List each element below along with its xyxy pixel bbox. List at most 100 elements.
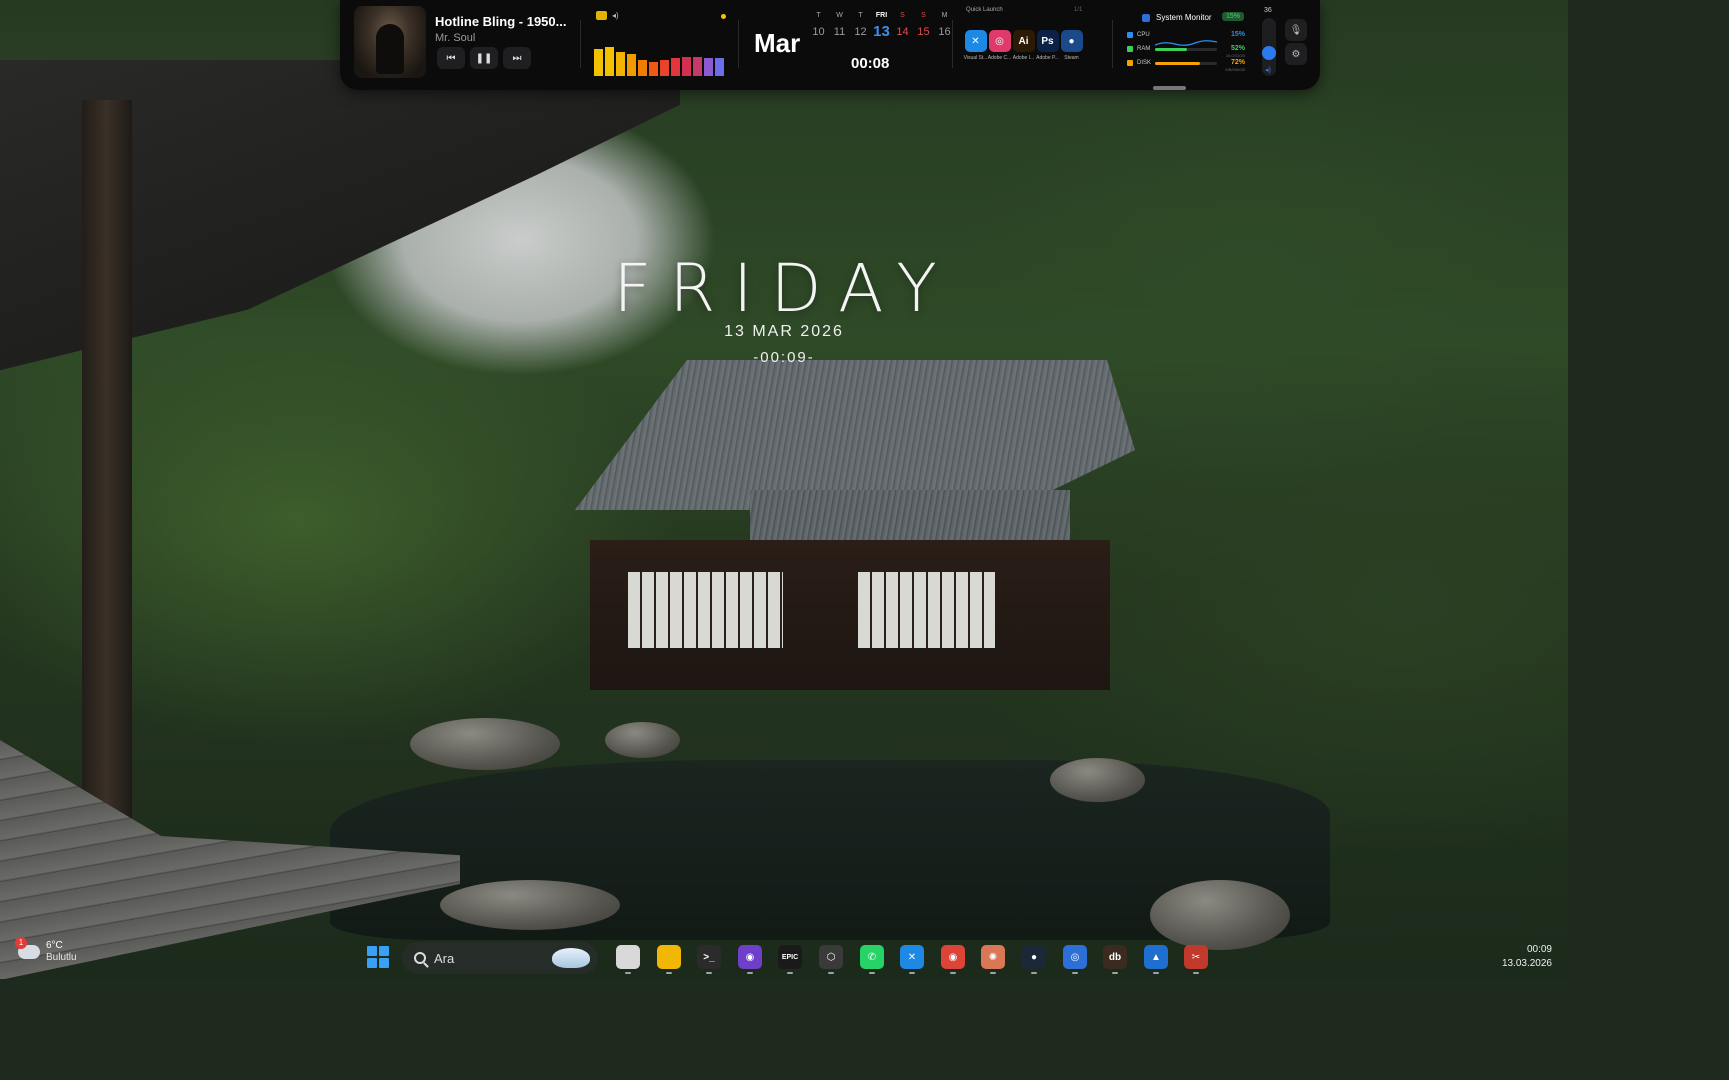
calendar-day-of-week: W [836, 12, 843, 19]
wallpaper-rock [605, 722, 680, 758]
visualizer-bar [605, 47, 614, 76]
equalizer-icon[interactable] [596, 11, 607, 20]
calendar-day[interactable]: FRI 13 [873, 12, 890, 40]
weather-widget[interactable]: 1 6°C Bulutlu [15, 937, 77, 964]
cpu-icon [1127, 32, 1133, 38]
calendar-day[interactable]: S 15 [915, 12, 932, 40]
disk-icon [1127, 60, 1133, 66]
system-clock-date: 13.03.2026 [1501, 958, 1552, 969]
visualizer-bar [616, 52, 625, 76]
calendar-day[interactable]: T 10 [810, 12, 827, 40]
desktop-time: -00:09- [753, 349, 815, 366]
quick-launch-app[interactable]: Ai Adobe I... [1012, 30, 1035, 61]
monitor-subvalue: MB/656GB [1225, 67, 1245, 72]
calendar-day[interactable]: S 14 [894, 12, 911, 40]
calendar-day-of-week: T [858, 12, 863, 19]
calendar-day-of-week: M [941, 12, 948, 19]
file-explorer-icon[interactable] [657, 945, 681, 969]
snipping-tool-icon[interactable]: ✂ [1184, 945, 1208, 969]
quick-launch-app-label: Adobe C... [987, 55, 1012, 61]
running-indicator [990, 972, 996, 974]
running-indicator [747, 972, 753, 974]
wallpaper-rock [1150, 880, 1290, 950]
calendar-week-strip: T 10 W 11 T 12 FRI 13 S 14 S 15 M 16 [810, 12, 953, 40]
pause-icon: ❚❚ [475, 52, 493, 64]
monitor-value: 52% [1230, 45, 1245, 52]
calendar-day[interactable]: M 16 [936, 12, 953, 40]
windows-start-icon[interactable] [367, 946, 389, 968]
unity-icon[interactable]: ⬡ [819, 945, 843, 969]
monitor-graph-cpu [1154, 34, 1218, 46]
calendar-day-of-week: T [816, 12, 821, 19]
gear-icon: ⚙ [1291, 48, 1301, 60]
calendar-day-number: 13 [873, 23, 890, 40]
terminal-icon[interactable]: >_ [697, 945, 721, 969]
speaker-icon[interactable]: ◂) [1265, 66, 1271, 74]
system-monitor-title: System Monitor [1156, 13, 1212, 22]
song-artist: Mr. Soul [435, 32, 476, 44]
widget-bar-drag-handle[interactable] [1153, 86, 1186, 90]
running-indicator [1072, 972, 1078, 974]
visualizer-bar [671, 58, 680, 76]
taskbar-search[interactable]: Ara [402, 942, 598, 974]
quick-launch-app[interactable]: ✕ Visual St... [964, 30, 987, 61]
calendar-day[interactable]: W 11 [831, 12, 848, 40]
next-track-button[interactable]: ⏭ [503, 47, 531, 69]
audio-visualizer [594, 44, 724, 76]
settings-app-icon[interactable]: ◎ [1063, 945, 1087, 969]
divider [952, 20, 953, 68]
steam-icon: ● [1060, 30, 1083, 52]
calendar-day-number: 10 [812, 26, 825, 38]
running-indicator [706, 972, 712, 974]
mute-microphone-button[interactable]: 🎙︎ [1285, 19, 1307, 41]
visualizer-bar [715, 58, 724, 76]
previous-track-button[interactable]: ⏮ [437, 47, 465, 69]
whatsapp-icon[interactable]: ✆ [860, 945, 884, 969]
search-placeholder[interactable]: Ara [434, 951, 454, 966]
illustrator-icon: Ai [1012, 30, 1035, 52]
speaker-small-icon[interactable]: ◂) [612, 11, 619, 20]
system-monitor-header: System Monitor [1142, 13, 1212, 22]
quick-launch-title: Quick Launch [966, 7, 1003, 13]
steam-icon[interactable]: ● [1022, 945, 1046, 969]
quick-launch-app[interactable]: Ps Adobe P... [1036, 30, 1059, 61]
chrome-icon[interactable]: ◉ [941, 945, 965, 969]
wallpaper-shoji-right [858, 572, 995, 648]
quick-launch-app-label: Steam [1064, 55, 1079, 61]
calendar-day-number: 15 [917, 26, 930, 38]
quick-launch-app[interactable]: ◎ Adobe C... [988, 30, 1011, 61]
calendar-day[interactable]: T 12 [852, 12, 869, 40]
quick-launch-app[interactable]: ● Steam [1060, 30, 1083, 61]
calendar-day-of-week: S [900, 12, 905, 19]
vscode-icon[interactable]: ✕ [900, 945, 924, 969]
wallpaper-house-roof [575, 360, 1135, 510]
photos-icon[interactable]: ▲ [1144, 945, 1168, 969]
quick-launch-page[interactable]: 1/1 [1074, 7, 1082, 13]
wallpaper-rock [440, 880, 620, 930]
calendar-day-of-week: S [921, 12, 926, 19]
running-indicator [1193, 972, 1199, 974]
dbeaver-icon[interactable]: db [1103, 945, 1127, 969]
monitor-row-cpu: CPU [1127, 32, 1150, 38]
weather-temperature: 6°C [46, 940, 63, 951]
github-icon[interactable]: ◉ [738, 945, 762, 969]
volume-slider-knob[interactable] [1262, 46, 1276, 60]
claude-icon[interactable]: ✺ [981, 945, 1005, 969]
visualizer-bar [704, 58, 713, 76]
calendar-clock: 00:08 [851, 55, 890, 72]
running-indicator [666, 972, 672, 974]
running-indicator [1153, 972, 1159, 974]
desktop-date: 13 MAR 2026 [724, 323, 844, 340]
system-clock[interactable]: 00:09 13.03.2026 [1502, 943, 1552, 971]
calendar-day-number: 16 [938, 26, 951, 38]
play-pause-button[interactable]: ❚❚ [470, 47, 498, 69]
monitor-icon [1142, 13, 1150, 22]
search-icon [414, 952, 426, 964]
visualizer-bar [682, 57, 691, 76]
song-title[interactable]: Hotline Bling - 1950... [435, 14, 566, 29]
settings-button[interactable]: ⚙ [1285, 43, 1307, 65]
adobe-cc-icon: ◎ [988, 30, 1011, 52]
album-art[interactable] [354, 6, 426, 78]
widgets-icon[interactable] [616, 945, 640, 969]
epic-games-icon[interactable]: EPIC [778, 945, 802, 969]
